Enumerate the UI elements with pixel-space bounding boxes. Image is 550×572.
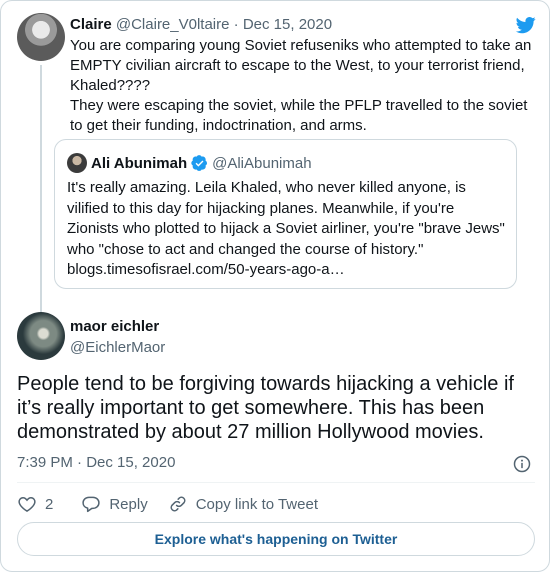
verified-badge-icon xyxy=(191,154,208,171)
author-handle[interactable]: @EichlerMaor xyxy=(70,338,165,358)
author-handle: @AliAbunimah xyxy=(212,154,312,172)
embedded-tweet-card: Claire @Claire_V0ltaire · Dec 15, 2020 Y… xyxy=(0,0,550,572)
like-button[interactable]: 2 xyxy=(17,494,53,514)
parent-tweet-header: Claire @Claire_V0ltaire · Dec 15, 2020 xyxy=(70,15,537,35)
copy-link-label: Copy link to Tweet xyxy=(195,495,318,513)
parent-tweet-content: Claire @Claire_V0ltaire · Dec 15, 2020 Y… xyxy=(70,15,537,136)
author-handle[interactable]: @Claire_V0ltaire xyxy=(116,16,230,33)
author-names: maor eichler @EichlerMaor xyxy=(70,317,165,358)
avatar[interactable] xyxy=(17,312,65,360)
tweet-timestamp[interactable]: 7:39 PM · Dec 15, 2020 xyxy=(17,454,175,471)
link-icon xyxy=(170,496,186,512)
like-count: 2 xyxy=(45,495,54,513)
tweet-date[interactable]: Dec 15, 2020 xyxy=(243,16,332,33)
reply-label: Reply xyxy=(109,495,148,513)
author-name: Ali Abunimah xyxy=(91,154,188,172)
quoted-tweet-text: It's really amazing. Leila Khaled, who n… xyxy=(67,179,505,278)
avatar xyxy=(67,153,87,173)
info-icon[interactable] xyxy=(513,455,531,473)
avatar[interactable] xyxy=(17,13,65,61)
quoted-tweet[interactable]: Ali Abunimah @AliAbunimah It's really am… xyxy=(54,139,517,289)
tweet-paragraph: You are comparing young Soviet refusenik… xyxy=(70,37,532,94)
main-tweet-text: People tend to be forgiving towards hija… xyxy=(17,373,514,443)
speech-bubble-icon xyxy=(82,496,101,513)
author-name[interactable]: maor eichler xyxy=(70,317,165,337)
tweet-actions: 2 Reply Copy link to Tweet xyxy=(17,493,338,515)
heart-icon xyxy=(18,496,36,512)
author-name[interactable]: Claire xyxy=(70,16,112,33)
thread-connector xyxy=(40,65,42,323)
meta-separator: · xyxy=(229,16,243,33)
divider xyxy=(17,482,535,483)
parent-tweet-text: You are comparing young Soviet refusenik… xyxy=(70,36,537,136)
explore-twitter-button[interactable]: Explore what's happening on Twitter xyxy=(17,522,535,556)
reply-button[interactable]: Reply xyxy=(81,494,148,514)
twitter-bird-icon[interactable] xyxy=(515,15,537,35)
quoted-tweet-header: Ali Abunimah @AliAbunimah xyxy=(67,153,312,173)
tweet-paragraph: They were escaping the soviet, while the… xyxy=(70,97,528,134)
copy-link-button[interactable]: Copy link to Tweet xyxy=(168,494,318,514)
